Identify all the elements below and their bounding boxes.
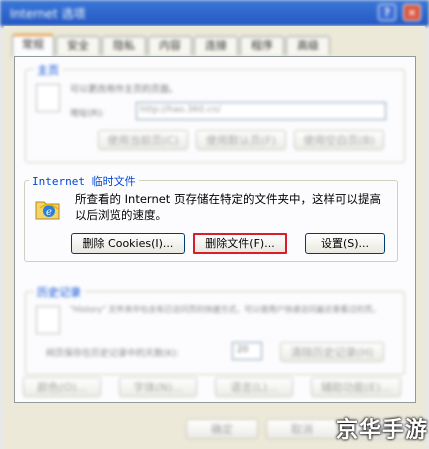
temp-files-group-title: Internet 临时文件: [29, 173, 139, 189]
close-icon: ×: [407, 6, 417, 19]
tab-content[interactable]: 内容: [148, 36, 192, 55]
colors-button[interactable]: 颜色(O)...: [23, 377, 101, 397]
history-days-input[interactable]: 20: [232, 342, 262, 360]
home-group-title: 主页: [34, 62, 62, 78]
window-title: Internet 选项: [10, 7, 86, 21]
close-button[interactable]: ×: [403, 4, 421, 21]
address-label: 地址(R):: [70, 109, 105, 119]
home-page-icon: [36, 84, 60, 112]
history-group-title: 历史记录: [34, 284, 84, 300]
help-button[interactable]: ?: [378, 4, 396, 21]
folder-ie-icon: e: [35, 201, 60, 220]
fonts-button[interactable]: 字体(N)...: [119, 377, 197, 397]
history-icon: [36, 306, 60, 334]
temp-files-description: 所查看的 Internet 页存储在特定的文件夹中，这样可以提高以后浏览的速度。: [75, 192, 381, 222]
cancel-button[interactable]: 取消: [266, 419, 338, 439]
history-description: "History" 文件夹中包含有已访问页的快捷方式，可以使用户快速访问最近查看…: [70, 305, 381, 314]
delete-files-button[interactable]: 删除文件(F)...: [193, 233, 287, 254]
accessibility-button[interactable]: 辅助功能(E)...: [311, 377, 401, 397]
settings-button[interactable]: 设置(S)...: [305, 233, 385, 254]
tab-privacy[interactable]: 隐私: [102, 36, 146, 55]
home-address-input[interactable]: http://hao.360.cn/: [136, 102, 386, 120]
help-icon: ?: [383, 6, 391, 19]
svg-text:e: e: [46, 207, 52, 218]
tab-general[interactable]: 常规: [12, 34, 54, 57]
history-days-label: 网页保存在历史记录中的天数(K):: [46, 349, 179, 359]
title-bar: Internet 选项 ? ×: [0, 0, 429, 26]
home-page-group: 主页 可以更改用作主页的页面。 地址(R): http://hao.360.cn…: [25, 62, 405, 163]
use-default-button[interactable]: 使用默认页(F): [196, 130, 286, 150]
tab-advanced[interactable]: 高级: [286, 36, 330, 55]
clear-history-button[interactable]: 清除历史记录(H): [280, 342, 384, 362]
languages-button[interactable]: 语言(L)...: [215, 377, 293, 397]
use-current-button[interactable]: 使用当前页(C): [98, 130, 188, 150]
temp-files-group: Internet 临时文件 e 所查看的 Internet 页存储在特定的文件夹…: [24, 173, 398, 262]
ok-button[interactable]: 确定: [186, 419, 258, 439]
tab-programs[interactable]: 程序: [240, 36, 284, 55]
use-blank-button[interactable]: 使用空白页(B): [294, 130, 384, 150]
history-group: 历史记录 "History" 文件夹中包含有已访问页的快捷方式，可以使用户快速访…: [25, 284, 405, 375]
history-days-value: 20: [237, 345, 249, 355]
tab-security[interactable]: 安全: [56, 36, 100, 55]
home-address-value: http://hao.360.cn/: [140, 105, 221, 115]
watermark-text: 京华手游: [336, 418, 429, 443]
home-description: 可以更改用作主页的页面。: [70, 85, 179, 95]
tab-connections[interactable]: 连接: [194, 36, 238, 55]
delete-cookies-button[interactable]: 删除 Cookies(I)...: [71, 233, 185, 254]
